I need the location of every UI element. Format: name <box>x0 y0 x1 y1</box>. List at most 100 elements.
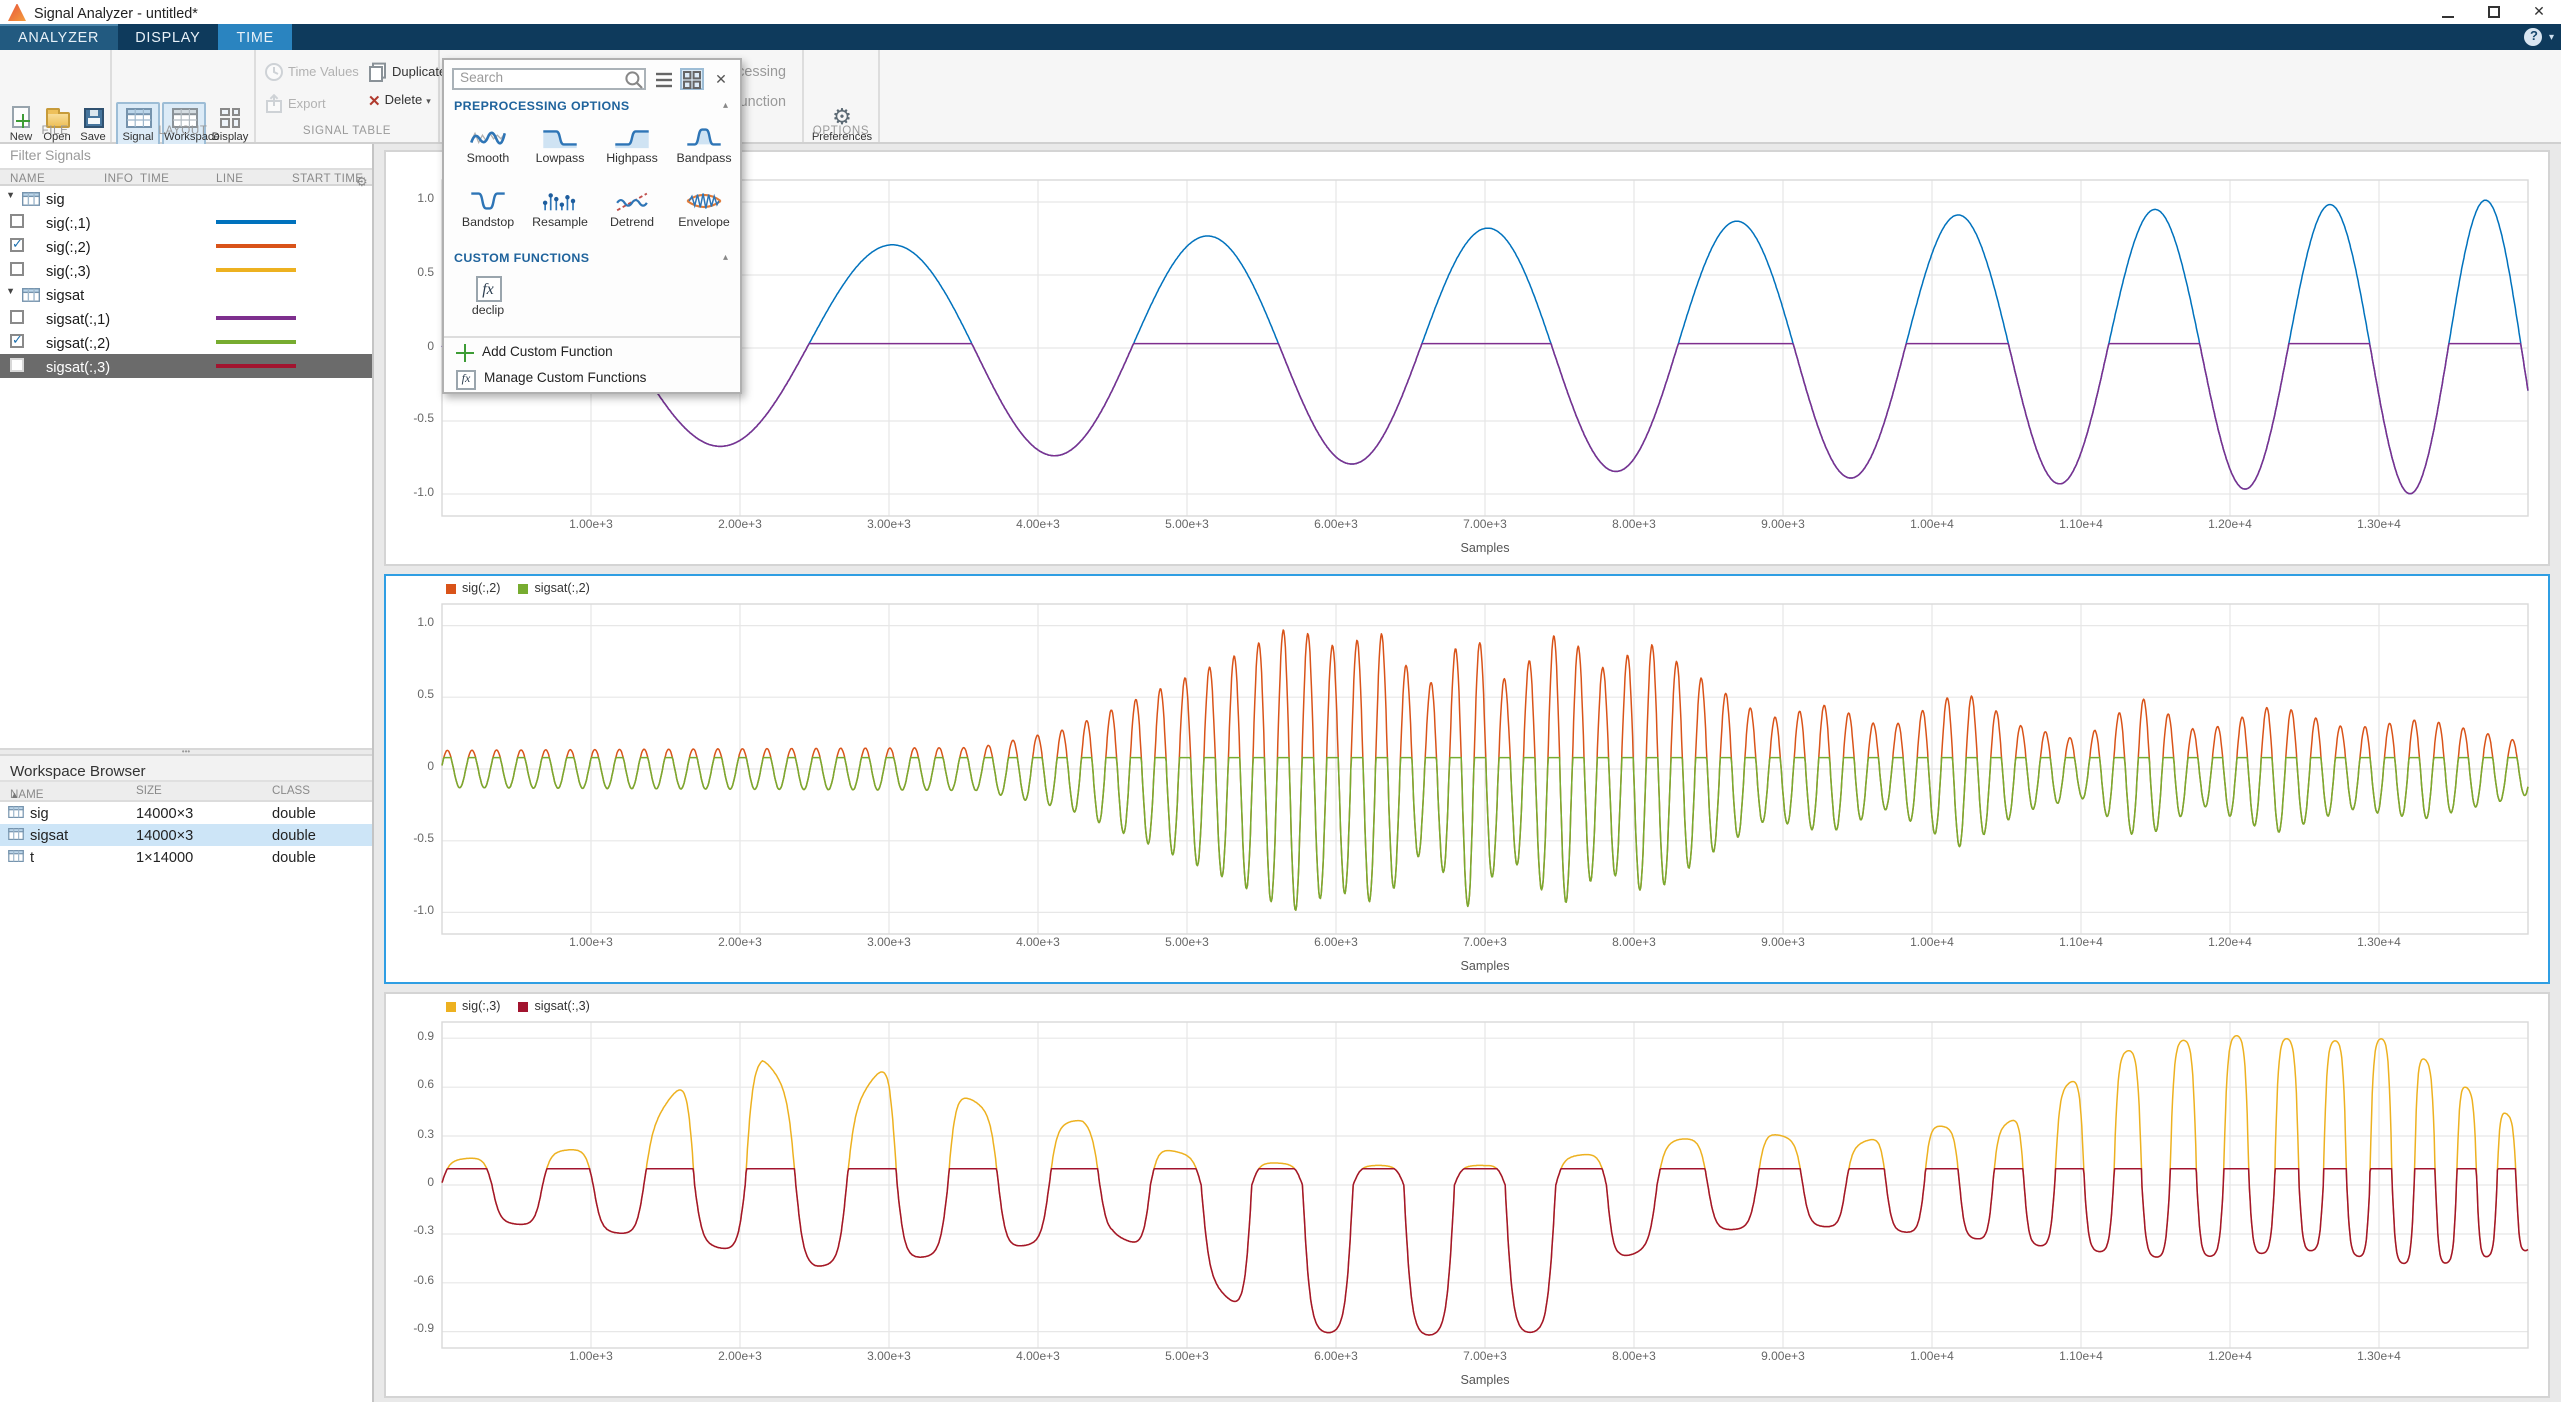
x-tick-label: 1.10e+4 <box>2051 1352 2111 1364</box>
signal-row[interactable]: sigsat(:,1) <box>0 306 372 330</box>
signal-row[interactable]: sigsat(:,3) <box>0 354 372 378</box>
x-tick-label: 8.00e+3 <box>1604 1352 1664 1364</box>
x-tick-label: 1.00e+4 <box>1902 520 1962 532</box>
x-tick-label: 4.00e+3 <box>1008 938 1068 950</box>
close-button[interactable]: ✕ <box>2516 0 2561 24</box>
close-icon[interactable]: ✕ <box>710 68 732 90</box>
signal-table-header: NAME INFO TIME LINE START TIME ⚙ <box>0 168 372 186</box>
x-tick-label: 6.00e+3 <box>1306 520 1366 532</box>
smooth-icon <box>468 124 508 150</box>
filter-signals-input[interactable]: Filter Signals <box>0 146 372 166</box>
x-tick-label: 1.20e+4 <box>2200 938 2260 950</box>
gallery-item-bandstop[interactable]: Bandstop <box>452 188 524 248</box>
gallery-item-declip[interactable]: fx declip <box>452 276 524 336</box>
signal-analyzer-window: Signal Analyzer - untitled* ✕ ANALYZER D… <box>0 0 2561 1402</box>
open-button[interactable]: Open <box>40 104 74 145</box>
gallery-item-smooth[interactable]: Smooth <box>452 124 524 184</box>
signal-row[interactable]: sigsat(:,2) <box>0 330 372 354</box>
gallery-item-bandpass[interactable]: Bandpass <box>668 124 740 184</box>
tab-time[interactable]: TIME <box>219 24 293 50</box>
plot-checkbox[interactable] <box>10 238 24 252</box>
workspace-row[interactable]: sigsat 14000×3 double <box>0 824 372 846</box>
x-tick-label: 5.00e+3 <box>1157 938 1217 950</box>
new-button[interactable]: New <box>4 104 38 145</box>
y-tick-label: 0 <box>386 341 434 353</box>
plot-checkbox[interactable] <box>10 334 24 348</box>
function-fx-icon: fx <box>475 276 501 302</box>
duplicate-button[interactable]: Duplicate <box>368 62 446 82</box>
signal-row[interactable]: sig(:,2) <box>0 234 372 258</box>
signal-table-panel: Filter Signals NAME INFO TIME LINE START… <box>0 144 374 1402</box>
grid-view-button[interactable] <box>680 68 704 90</box>
tab-display[interactable]: DISPLAY <box>117 24 218 50</box>
signal-group-row[interactable]: ▼ sigsat <box>0 282 372 306</box>
line-style-sample <box>216 244 296 248</box>
add-custom-function-button[interactable]: Add Custom Function <box>444 340 740 366</box>
x-tick-label: 1.00e+4 <box>1902 1352 1962 1364</box>
panel-splitter[interactable]: ••• <box>0 748 372 756</box>
display-panel-2-selected[interactable]: 1.00e+32.00e+33.00e+34.00e+35.00e+36.00e… <box>384 574 2550 984</box>
display-grid-icon <box>220 107 240 127</box>
x-tick-label: 8.00e+3 <box>1604 520 1664 532</box>
export-button[interactable]: Export <box>264 94 326 114</box>
toolbar-section-options: ⚙ Preferences OPTIONS <box>804 50 880 142</box>
chevron-down-icon[interactable]: ▾ <box>2549 31 2554 43</box>
gallery-item-detrend[interactable]: Detrend <box>596 188 668 248</box>
signal-table-rows: ▼ sig sig(:,1) sig(:,2) sig(:,3) ▼ <box>0 186 372 378</box>
x-tick-label: 3.00e+3 <box>859 938 919 950</box>
plot-checkbox[interactable] <box>10 262 24 276</box>
y-tick-label: 0.9 <box>386 1031 434 1043</box>
time-values-button[interactable]: Time Values <box>264 62 359 82</box>
plot-checkbox[interactable] <box>10 310 24 324</box>
signal-row[interactable]: sig(:,3) <box>0 258 372 282</box>
collapse-section-icon[interactable]: ▴ <box>723 100 728 112</box>
duplicate-pages-icon <box>368 62 388 82</box>
list-view-button[interactable] <box>652 68 676 90</box>
signal-group-row[interactable]: ▼ sig <box>0 186 372 210</box>
minimize-icon <box>2441 15 2453 17</box>
x-tick-label: 7.00e+3 <box>1455 1352 1515 1364</box>
collapse-section-icon[interactable]: ▴ <box>723 252 728 264</box>
legend-color-swatch <box>446 1002 456 1012</box>
workspace-row[interactable]: sig 14000×3 double <box>0 802 372 824</box>
highpass-icon <box>612 124 652 150</box>
envelope-icon <box>684 188 724 214</box>
gallery-item-lowpass[interactable]: Lowpass <box>524 124 596 184</box>
x-tick-label: 2.00e+3 <box>710 520 770 532</box>
collapse-arrow-icon[interactable]: ▼ <box>6 288 15 297</box>
gallery-item-envelope[interactable]: Envelope <box>668 188 740 248</box>
minimize-button[interactable] <box>2424 0 2470 24</box>
toolbar-section-layout: Signal Table Workspace Browser Display G… <box>112 50 256 142</box>
search-input[interactable] <box>452 68 646 90</box>
variable-matrix-icon <box>8 806 24 818</box>
preferences-button[interactable]: ⚙ Preferences <box>808 104 876 145</box>
maximize-button[interactable] <box>2470 0 2516 24</box>
collapse-arrow-icon[interactable]: ▼ <box>6 192 15 201</box>
bandpass-icon <box>684 124 724 150</box>
tab-analyzer[interactable]: ANALYZER <box>0 24 117 50</box>
signal-row[interactable]: sig(:,1) <box>0 210 372 234</box>
plot-checkbox[interactable] <box>10 358 24 372</box>
x-tick-label: 1.20e+4 <box>2200 1352 2260 1364</box>
gallery-item-highpass[interactable]: Highpass <box>596 124 668 184</box>
legend-color-swatch <box>519 584 529 594</box>
x-tick-label: 1.00e+3 <box>561 1352 621 1364</box>
x-tick-label: 1.30e+4 <box>2349 520 2409 532</box>
legend-entry: sigsat(:,3) <box>519 1000 590 1014</box>
help-icon[interactable]: ? <box>2525 28 2543 46</box>
variable-matrix-icon <box>8 850 24 862</box>
signal-matrix-icon <box>22 191 40 205</box>
workspace-row[interactable]: t 1×14000 double <box>0 846 372 868</box>
variable-matrix-icon <box>8 828 24 840</box>
manage-custom-functions-button[interactable]: fx Manage Custom Functions <box>444 366 740 392</box>
y-tick-label: 0.5 <box>386 690 434 702</box>
sort-ascending-icon: ▲ <box>10 790 19 800</box>
x-tick-label: 1.00e+4 <box>1902 938 1962 950</box>
toolbar-section-signal-table: Time Values Duplicate Export ✕ Delete ▾ … <box>256 50 440 142</box>
delete-button[interactable]: ✕ Delete ▾ <box>368 94 431 109</box>
window-title: Signal Analyzer - untitled* <box>34 3 198 21</box>
plot-checkbox[interactable] <box>10 214 24 228</box>
toolstrip: New Open Save ▾ FILE Signal Table <box>0 50 2561 144</box>
gallery-item-resample[interactable]: Resample <box>524 188 596 248</box>
display-panel-3[interactable]: 1.00e+32.00e+33.00e+34.00e+35.00e+36.00e… <box>384 992 2550 1398</box>
